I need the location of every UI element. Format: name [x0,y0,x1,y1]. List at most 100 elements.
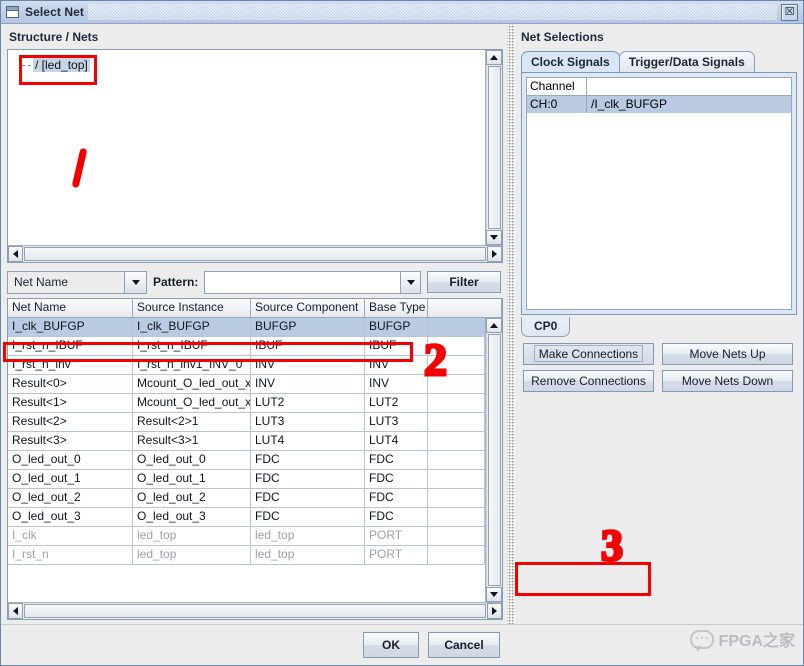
nets-scroll-right-icon[interactable] [487,603,502,619]
tree-node-label: / [led_top] [33,58,90,72]
extra-cell [428,318,485,336]
source-instance-cell: led_top [133,527,251,545]
source-instance-cell: O_led_out_1 [133,470,251,488]
extra-cell [428,337,485,355]
tree-scroll-track[interactable] [486,65,502,230]
make-connections-label: Make Connections [533,345,644,362]
source-component-cell: FDC [251,451,365,469]
nets-scroll-left-icon[interactable] [8,603,23,619]
column-header-base-type[interactable]: Base Type [365,299,428,317]
nets-table-header: Net Name Source Instance Source Componen… [8,299,502,318]
scroll-down-icon[interactable] [486,230,502,245]
list-item[interactable]: CH:0/I_clk_BUFGP [527,96,791,113]
table-row[interactable]: Result<2> Result<2>1 LUT3 LUT3 [8,413,485,432]
source-component-cell: FDC [251,508,365,526]
make-connections-button[interactable]: Make Connections [523,342,654,365]
chevron-down-icon[interactable] [124,271,146,293]
table-row[interactable]: O_led_out_1 O_led_out_1 FDC FDC [8,470,485,489]
nets-table-body[interactable]: I_clk_BUFGP I_clk_BUFGP BUFGP BUFGP I_rst_n_… [8,318,485,602]
column-header-source-component[interactable]: Source Component [251,299,365,317]
extra-cell [428,394,485,412]
net-name-cell: I_rst_n_inv [8,356,133,374]
right-pane: Net Selections Clock Signals Trigger/Dat… [515,24,803,624]
table-row[interactable]: O_led_out_0 O_led_out_0 FDC FDC [8,451,485,470]
extra-cell [428,508,485,526]
move-nets-up-button[interactable]: Move Nets Up [662,342,793,365]
base-type-cell: FDC [365,470,428,488]
table-row[interactable]: I_clk_BUFGP I_clk_BUFGP BUFGP BUFGP [8,318,485,337]
nets-scroll-down-icon[interactable] [486,587,502,602]
source-instance-cell: I_clk_BUFGP [133,318,251,336]
nets-vertical-scrollbar[interactable] [485,318,502,602]
nets-scroll-up-icon[interactable] [486,318,502,333]
table-row[interactable]: Result<1>Mcount_O_led_out_xo...LUT2LUT2 [8,394,485,413]
cancel-button[interactable]: Cancel [428,632,500,658]
tree-node-led-top[interactable]: / [led_top] [22,58,90,72]
close-icon[interactable]: ☒ [781,3,798,21]
tree-horizontal-scrollbar[interactable] [8,245,502,262]
net-name-cell: I_clk [8,527,133,545]
base-type-cell: IBUF [365,337,428,355]
nets-scroll-thumb[interactable] [488,334,501,586]
left-pane: Structure / Nets / [led_top] Net Name Pa… [1,24,507,624]
tree-hscroll-thumb[interactable] [24,247,486,261]
filter-button[interactable]: Filter [427,271,501,293]
source-component-cell: LUT3 [251,413,365,431]
tree-scroll-thumb[interactable] [488,66,501,229]
column-header-extra[interactable] [428,299,502,317]
table-row[interactable]: I_clk led_top led_top PORT [8,527,485,546]
source-component-cell: BUFGP [251,318,365,336]
remove-connections-button[interactable]: Remove Connections [523,369,654,392]
channel-net-list[interactable]: Channel CH:0/I_clk_BUFGP [526,77,792,310]
ok-button[interactable]: OK [363,632,419,658]
title-bar: Select Net ☒ [1,1,803,24]
connection-buttons: Make Connections Move Nets Up Remove Con… [515,337,803,392]
base-type-cell: PORT [365,527,428,545]
source-component-cell: INV [251,356,365,374]
move-nets-down-button[interactable]: Move Nets Down [662,369,793,392]
table-row[interactable]: O_led_out_2 O_led_out_2 FDC FDC [8,489,485,508]
source-instance-cell: Mcount_O_led_out_xo... [133,394,251,412]
net-name-cell: O_led_out_3 [8,508,133,526]
filter-field-select[interactable]: Net Name [7,270,147,294]
column-header-source-instance[interactable]: Source Instance [133,299,251,317]
nets-hscroll-track[interactable] [23,603,487,619]
net-name-cell: Result<2> [8,413,133,431]
table-row[interactable]: I_rst_n_inv I_rst_n_inv1_INV_0 INV INV [8,356,485,375]
tree-vertical-scrollbar[interactable] [485,50,502,245]
structure-tree-panel: / [led_top] [7,49,503,263]
structure-tree[interactable]: / [led_top] [8,50,485,245]
column-header-net-name[interactable]: Net Name [8,299,133,317]
column-header-channel[interactable]: Channel [527,78,587,95]
tab-clock-signals[interactable]: Clock Signals [521,51,620,72]
scroll-right-icon[interactable] [487,246,502,262]
tab-trigger-data-signals[interactable]: Trigger/Data Signals [618,51,755,72]
source-instance-cell: Result<2>1 [133,413,251,431]
nets-horizontal-scrollbar[interactable] [8,602,502,619]
pattern-input[interactable] [204,270,400,294]
net-name-cell: I_rst_n_IBUF [8,337,133,355]
table-row[interactable]: O_led_out_3 O_led_out_3 FDC FDC [8,508,485,527]
table-row[interactable]: Result<0>Mcount_O_led_out_xo...INVINV [8,375,485,394]
tab-cp0[interactable]: CP0 [521,316,571,337]
scroll-left-icon[interactable] [8,246,23,262]
source-instance-cell: led_top [133,546,251,564]
nets-scroll-track[interactable] [486,333,502,587]
channel-list-body[interactable]: CH:0/I_clk_BUFGP [527,96,791,113]
tree-hscroll-track[interactable] [23,246,487,262]
table-row[interactable]: I_rst_n led_top led_top PORT [8,546,485,565]
nets-hscroll-thumb[interactable] [24,604,486,618]
source-instance-cell: Result<3>1 [133,432,251,450]
table-row[interactable]: I_rst_n_IBUF I_rst_n_IBUF IBUF IBUF [8,337,485,356]
extra-cell [428,470,485,488]
pane-divider[interactable] [507,24,515,624]
column-header-net[interactable] [587,78,791,95]
source-instance-cell: O_led_out_0 [133,451,251,469]
table-row[interactable]: Result<3> Result<3>1 LUT4 LUT4 [8,432,485,451]
extra-cell [428,375,485,393]
pattern-chevron-down-icon[interactable] [400,270,421,294]
scroll-up-icon[interactable] [486,50,502,65]
source-instance-cell: I_rst_n_inv1_INV_0 [133,356,251,374]
net-name-cell: O_led_out_0 [8,451,133,469]
dialog-body: Structure / Nets / [led_top] Net Name Pa… [1,24,803,624]
